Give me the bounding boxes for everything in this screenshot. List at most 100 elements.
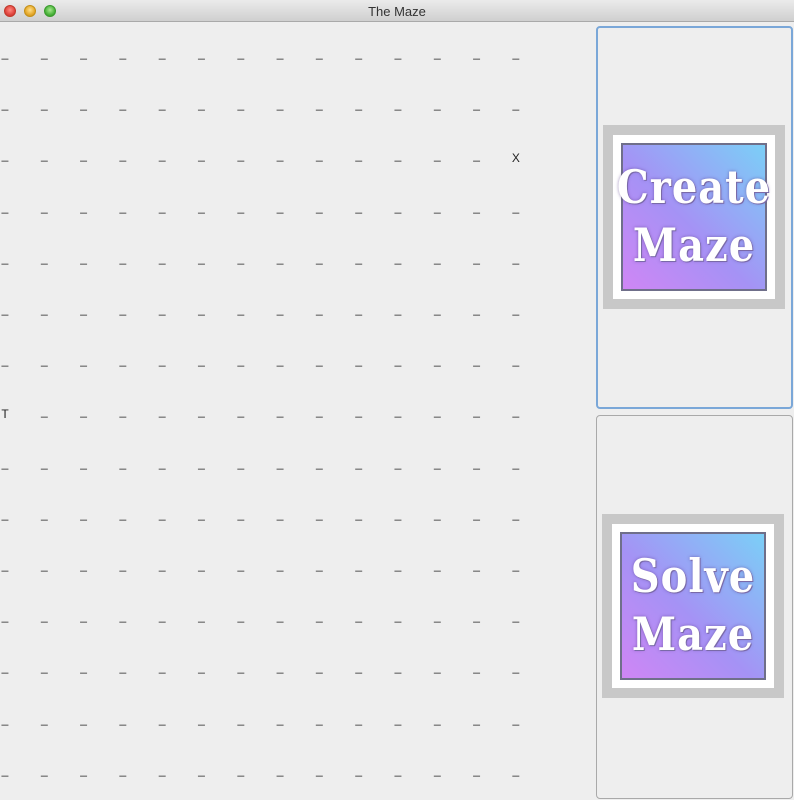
maze-cell: _ bbox=[316, 97, 323, 112]
solve-maze-button[interactable]: Solve Maze bbox=[596, 415, 793, 799]
maze-cell: _ bbox=[1, 199, 9, 214]
maze-cell: _ bbox=[512, 302, 520, 316]
maze-cell: _ bbox=[40, 250, 48, 265]
maze-cell: _ bbox=[119, 711, 127, 726]
maze-cell: _ bbox=[433, 660, 441, 675]
maze-cell: _ bbox=[237, 404, 245, 419]
maze-cell: _ bbox=[40, 97, 48, 112]
maze-cell: _ bbox=[433, 148, 441, 163]
maze-cell: _ bbox=[473, 148, 480, 163]
maze-cell: _ bbox=[473, 199, 480, 214]
maze-cell: _ bbox=[158, 353, 166, 368]
maze-cell: _ bbox=[119, 404, 127, 419]
maze-cell: _ bbox=[433, 302, 441, 316]
maze-cell: _ bbox=[237, 711, 245, 726]
title-bar: The Maze bbox=[0, 0, 794, 22]
maze-cell: _ bbox=[433, 506, 441, 521]
maze-cell: _ bbox=[433, 455, 441, 470]
maze-cell: _ bbox=[119, 660, 127, 675]
maze-cell: _ bbox=[473, 353, 480, 368]
maze-cell: _ bbox=[316, 558, 323, 572]
maze-cell: _ bbox=[394, 609, 402, 624]
maze-cell: _ bbox=[40, 302, 48, 316]
maze-cell: _ bbox=[355, 199, 363, 214]
maze-cell: _ bbox=[1, 353, 9, 368]
maze-cell: _ bbox=[80, 250, 87, 265]
maze-cell: _ bbox=[512, 558, 520, 572]
maze-cell: _ bbox=[40, 199, 48, 214]
maze-cell: _ bbox=[237, 506, 245, 521]
maze-cell: _ bbox=[40, 506, 48, 521]
maze-cell: _ bbox=[119, 199, 127, 214]
maze-cell: _ bbox=[473, 609, 480, 624]
maze-cell: _ bbox=[355, 609, 363, 624]
create-maze-button[interactable]: Create Maze bbox=[596, 26, 793, 409]
maze-cell: _ bbox=[80, 404, 87, 419]
maze-cell: _ bbox=[158, 199, 166, 214]
maze-cell: _ bbox=[394, 46, 402, 60]
maze-cell: _ bbox=[355, 353, 363, 368]
maze-cell: _ bbox=[394, 404, 402, 419]
maze-cell: _ bbox=[355, 46, 363, 60]
maze-cell: _ bbox=[1, 455, 9, 470]
maze-cell: _ bbox=[473, 711, 480, 726]
maze-cell: _ bbox=[80, 199, 87, 214]
maze-cell: _ bbox=[433, 404, 441, 419]
maze-cell: _ bbox=[316, 762, 323, 777]
maze-cell: _ bbox=[394, 199, 402, 214]
maze-cell: _ bbox=[158, 404, 166, 419]
maze-cell: _ bbox=[198, 660, 205, 675]
maze-cell: _ bbox=[316, 199, 323, 214]
maze-cell: _ bbox=[512, 660, 520, 675]
maze-cell: _ bbox=[40, 609, 48, 624]
maze-cell: _ bbox=[119, 97, 127, 112]
maze-cell: _ bbox=[276, 506, 284, 521]
maze-cell: _ bbox=[316, 711, 323, 726]
maze-cell: _ bbox=[119, 762, 127, 777]
maze-cell: _ bbox=[394, 148, 402, 163]
maze-cell: _ bbox=[394, 711, 402, 726]
maze-cell: _ bbox=[1, 250, 9, 265]
maze-cell: _ bbox=[433, 199, 441, 214]
maze-cell: _ bbox=[473, 97, 480, 112]
maze-cell: _ bbox=[355, 455, 363, 470]
maze-cell: _ bbox=[433, 558, 441, 572]
maze-cell: _ bbox=[316, 302, 323, 316]
maze-cell-t: T bbox=[1, 407, 9, 422]
maze-cell: _ bbox=[355, 302, 363, 316]
maze-cell: _ bbox=[512, 455, 520, 470]
maze-cell: _ bbox=[237, 199, 245, 214]
maze-cell: _ bbox=[355, 762, 363, 777]
solve-maze-image: Solve Maze bbox=[602, 514, 784, 698]
maze-cell: _ bbox=[80, 46, 87, 60]
maze-cell: _ bbox=[198, 455, 205, 470]
maze-cell: _ bbox=[80, 558, 87, 572]
maze-cell: _ bbox=[158, 148, 166, 163]
maze-cell: _ bbox=[394, 506, 402, 521]
maze-cell: _ bbox=[512, 711, 520, 726]
maze-cell: _ bbox=[394, 558, 402, 572]
maze-cell: _ bbox=[276, 660, 284, 675]
maze-cell: _ bbox=[316, 353, 323, 368]
maze-cell-x: X bbox=[511, 151, 520, 166]
maze-cell: _ bbox=[198, 199, 205, 214]
maze-cell: _ bbox=[40, 404, 48, 419]
maze-cell: _ bbox=[1, 558, 9, 572]
maze-cell: _ bbox=[512, 353, 520, 368]
maze-cell: _ bbox=[355, 250, 363, 265]
create-maze-label-line2: Maze bbox=[632, 218, 756, 273]
maze-cell: _ bbox=[276, 199, 284, 214]
maze-cell: _ bbox=[316, 660, 323, 675]
maze-cell: _ bbox=[394, 762, 402, 777]
window-title: The Maze bbox=[368, 4, 426, 19]
maze-cell: _ bbox=[119, 506, 127, 521]
maze-cell: _ bbox=[316, 148, 323, 163]
maze-cell: _ bbox=[198, 353, 205, 368]
maze-cell: _ bbox=[276, 353, 284, 368]
maze-cell: _ bbox=[158, 46, 166, 60]
maze-cell: _ bbox=[316, 250, 323, 265]
maze-cell: _ bbox=[1, 97, 9, 112]
maze-cell: _ bbox=[40, 455, 48, 470]
maze-cell: _ bbox=[1, 660, 9, 675]
maze-cell: _ bbox=[512, 762, 520, 777]
